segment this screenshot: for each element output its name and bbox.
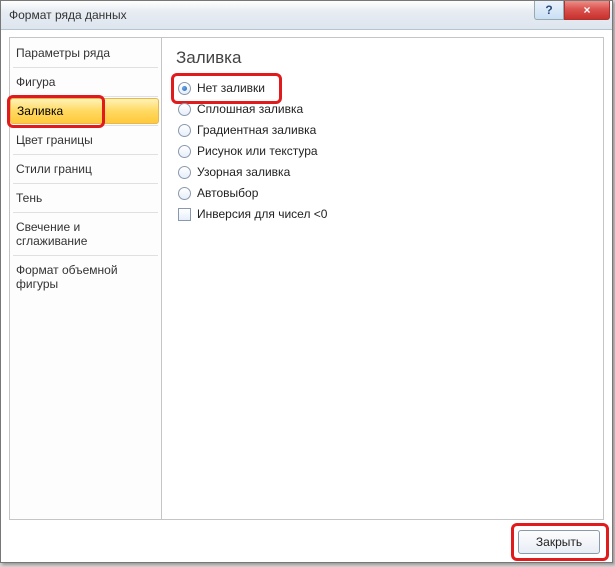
sidebar-item-label: Стили границ (16, 162, 92, 176)
sidebar-divider (13, 67, 158, 68)
window-buttons: ? × (534, 1, 610, 20)
option-picture-texture[interactable]: Рисунок или текстура (176, 141, 589, 161)
sidebar-divider (13, 212, 158, 213)
sidebar-item-border-styles[interactable]: Стили границ (10, 156, 161, 182)
sidebar-divider (13, 154, 158, 155)
close-button[interactable]: Закрыть (518, 530, 600, 554)
option-label: Узорная заливка (197, 165, 290, 179)
section-title: Заливка (176, 48, 589, 68)
sidebar-divider (13, 96, 158, 97)
sidebar-divider (13, 183, 158, 184)
sidebar-item-fill[interactable]: Заливка (10, 98, 161, 124)
sidebar-item-label: Цвет границы (16, 133, 93, 147)
option-no-fill[interactable]: Нет заливки (176, 78, 589, 98)
sidebar-item-label: Параметры ряда (16, 46, 110, 60)
option-invert-negative[interactable]: Инверсия для чисел <0 (176, 204, 589, 224)
checkbox-icon (178, 208, 191, 221)
close-button-label: Закрыть (536, 535, 582, 549)
content-pane: Заливка Нет заливки Сплошная заливка Гра… (162, 37, 604, 520)
option-label: Нет заливки (197, 81, 265, 95)
sidebar-item-border-color[interactable]: Цвет границы (10, 127, 161, 153)
option-pattern-fill[interactable]: Узорная заливка (176, 162, 589, 182)
sidebar-item-glow[interactable]: Свечение и сглаживание (10, 214, 161, 254)
window-close-button[interactable]: × (564, 1, 610, 20)
sidebar-divider (13, 125, 158, 126)
help-button[interactable]: ? (534, 1, 564, 20)
category-sidebar: Параметры ряда Фигура Заливка Цвет грани… (9, 37, 162, 520)
option-label: Сплошная заливка (197, 102, 303, 116)
option-automatic[interactable]: Автовыбор (176, 183, 589, 203)
radio-icon (178, 124, 191, 137)
radio-icon (178, 166, 191, 179)
option-label: Рисунок или текстура (197, 144, 318, 158)
sidebar-item-label: Формат объемной фигуры (16, 263, 118, 291)
sidebar-item-shape[interactable]: Фигура (10, 69, 161, 95)
option-label: Градиентная заливка (197, 123, 316, 137)
sidebar-item-label: Тень (16, 191, 42, 205)
radio-icon (178, 103, 191, 116)
sidebar-item-series-options[interactable]: Параметры ряда (10, 40, 161, 66)
radio-icon (178, 82, 191, 95)
option-label: Автовыбор (197, 186, 258, 200)
titlebar: Формат ряда данных ? × (1, 1, 612, 30)
window-title: Формат ряда данных (1, 8, 127, 22)
option-solid-fill[interactable]: Сплошная заливка (176, 99, 589, 119)
radio-icon (178, 145, 191, 158)
sidebar-item-shadow[interactable]: Тень (10, 185, 161, 211)
sidebar-item-label: Фигура (16, 75, 55, 89)
sidebar-divider (13, 255, 158, 256)
sidebar-item-label: Заливка (17, 104, 63, 118)
radio-icon (178, 187, 191, 200)
dialog-footer: Закрыть (1, 522, 612, 562)
sidebar-item-3d-format[interactable]: Формат объемной фигуры (10, 257, 161, 297)
option-label: Инверсия для чисел <0 (197, 207, 327, 221)
dialog-window: Формат ряда данных ? × Параметры ряда Фи… (0, 0, 613, 563)
sidebar-item-label: Свечение и сглаживание (16, 220, 87, 248)
option-gradient-fill[interactable]: Градиентная заливка (176, 120, 589, 140)
dialog-body: Параметры ряда Фигура Заливка Цвет грани… (9, 37, 604, 520)
